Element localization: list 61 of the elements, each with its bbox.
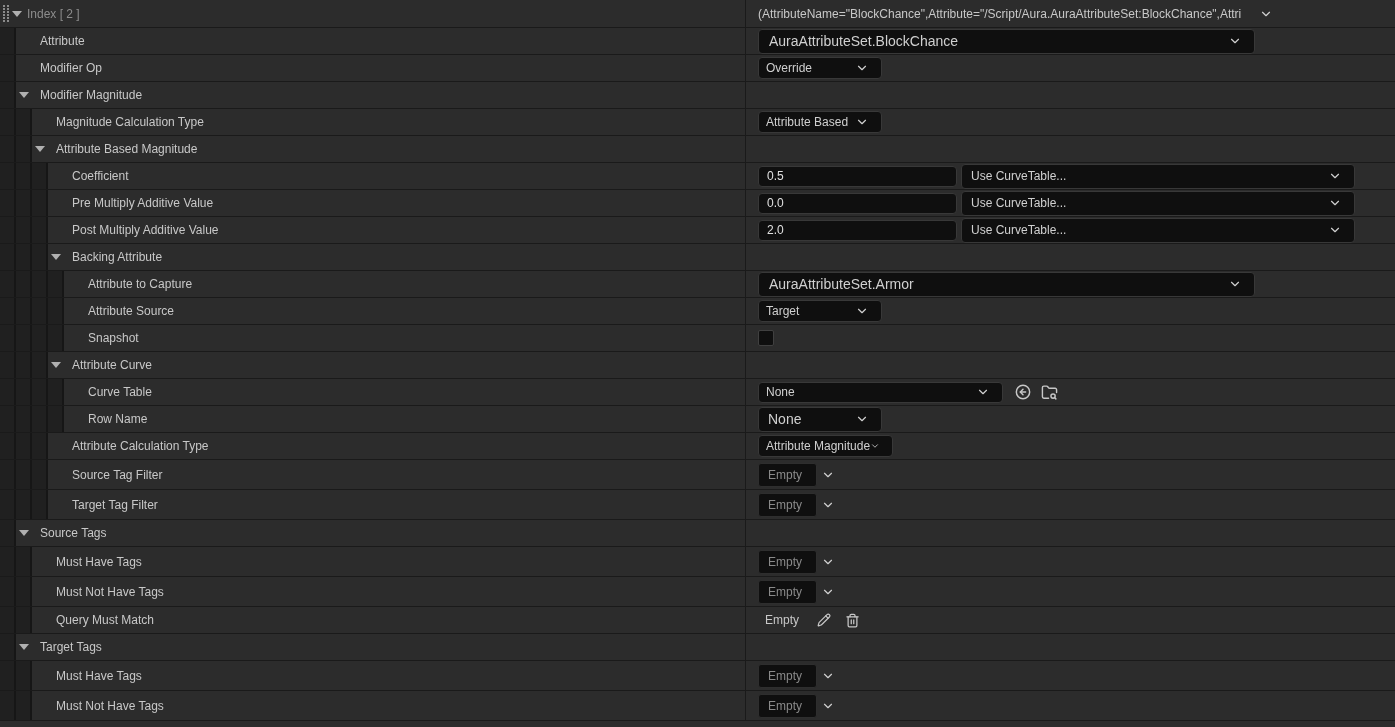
category-label: Backing Attribute bbox=[71, 250, 163, 264]
asset-dropdown[interactable]: None bbox=[758, 381, 1003, 403]
drag-handle-icon[interactable] bbox=[3, 4, 9, 23]
dropdown[interactable]: Attribute Based bbox=[758, 111, 882, 133]
tag-container-field[interactable]: Empty bbox=[758, 663, 817, 688]
array-element-label: Index [ 2 ] bbox=[26, 6, 80, 21]
expanded-arrow-icon[interactable] bbox=[51, 254, 61, 260]
attribute-dropdown[interactable]: AuraAttributeSet.Armor bbox=[758, 271, 1255, 297]
tag-container-field[interactable]: Empty bbox=[758, 693, 817, 718]
expanded-arrow-icon[interactable] bbox=[12, 10, 22, 17]
curve-table-dropdown[interactable]: Use CurveTable... bbox=[961, 217, 1355, 243]
property-label: Magnitude Calculation Type bbox=[55, 115, 204, 129]
property-label: Target Tag Filter bbox=[71, 497, 158, 512]
expanded-arrow-icon[interactable] bbox=[19, 644, 29, 650]
property-label: Must Have Tags bbox=[55, 554, 142, 569]
property-label: Coefficient bbox=[71, 169, 129, 183]
curve-table-dropdown[interactable]: Use CurveTable... bbox=[961, 163, 1355, 189]
property-label: Source Tag Filter bbox=[71, 467, 163, 482]
expanded-arrow-icon[interactable] bbox=[35, 146, 45, 152]
browse-icon[interactable] bbox=[1041, 383, 1058, 401]
property-label: Modifier Op bbox=[39, 61, 103, 75]
expanded-arrow-icon[interactable] bbox=[19, 530, 29, 536]
tag-container-field[interactable]: Empty bbox=[758, 492, 817, 517]
category-label: Attribute Curve bbox=[71, 358, 153, 372]
category-label: Source Tags bbox=[39, 526, 107, 540]
checkbox[interactable] bbox=[758, 330, 774, 346]
property-label: Must Not Have Tags bbox=[55, 698, 164, 713]
delete-icon[interactable] bbox=[845, 612, 860, 628]
number-field[interactable]: 0.5 bbox=[758, 165, 957, 187]
property-label: Query Must Match bbox=[55, 613, 155, 627]
curve-table-dropdown[interactable]: Use CurveTable... bbox=[961, 190, 1355, 216]
edit-icon[interactable] bbox=[817, 613, 831, 627]
property-label: Attribute to Capture bbox=[87, 277, 193, 291]
dropdown[interactable]: Target bbox=[758, 300, 882, 322]
struct-summary: (AttributeName="BlockChance",Attribute="/Script/Aura.AuraAttributeSet:BlockChance",Attri bbox=[758, 6, 1242, 21]
property-label: Must Have Tags bbox=[55, 668, 142, 683]
row-name-dropdown[interactable]: None bbox=[758, 406, 882, 432]
dropdown[interactable]: Attribute Magnitude bbox=[758, 435, 893, 457]
property-label: Snapshot bbox=[87, 331, 139, 345]
property-label: Curve Table bbox=[87, 385, 152, 399]
category-label: Attribute Based Magnitude bbox=[55, 142, 198, 156]
expanded-arrow-icon[interactable] bbox=[19, 92, 29, 98]
tag-container-field[interactable]: Empty bbox=[758, 549, 817, 574]
tag-container-field[interactable]: Empty bbox=[758, 579, 817, 604]
property-label: Post Multiply Additive Value bbox=[71, 223, 219, 237]
query-value: Empty bbox=[764, 613, 800, 627]
attribute-dropdown[interactable]: AuraAttributeSet.BlockChance bbox=[758, 28, 1255, 54]
property-label: Attribute Calculation Type bbox=[71, 439, 209, 453]
expanded-arrow-icon[interactable] bbox=[51, 362, 61, 368]
property-label: Attribute Source bbox=[87, 304, 175, 318]
dropdown[interactable]: Override bbox=[758, 57, 882, 79]
tag-container-field[interactable]: Empty bbox=[758, 462, 817, 487]
number-field[interactable]: 0.0 bbox=[758, 192, 957, 214]
category-label: Modifier Magnitude bbox=[39, 88, 143, 102]
property-label: Must Not Have Tags bbox=[55, 584, 164, 599]
category-label: Target Tags bbox=[39, 640, 102, 654]
use-selected-icon[interactable] bbox=[1015, 384, 1031, 400]
number-field[interactable]: 2.0 bbox=[758, 219, 957, 241]
property-label: Attribute bbox=[39, 34, 85, 48]
property-label: Pre Multiply Additive Value bbox=[71, 196, 214, 210]
property-label: Row Name bbox=[87, 412, 148, 426]
